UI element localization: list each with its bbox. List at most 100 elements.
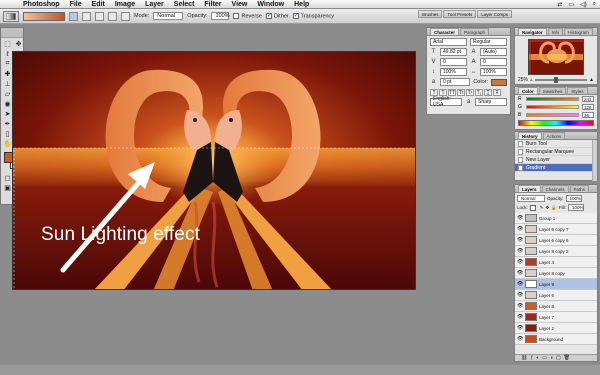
marquee-tool-icon[interactable]: ⬚ bbox=[2, 39, 13, 49]
blend-mode-dropdown[interactable]: Normal bbox=[517, 195, 545, 202]
transparency-checkbox[interactable] bbox=[292, 12, 299, 19]
lock-move-icon[interactable]: ✥ bbox=[546, 205, 550, 211]
zoom-slider[interactable] bbox=[534, 77, 588, 83]
font-size-field[interactable]: 49.82 pt bbox=[440, 48, 467, 56]
eye-visibility-icon[interactable]: 👁 bbox=[517, 226, 523, 232]
eye-visibility-icon[interactable]: 👁 bbox=[517, 237, 523, 243]
antialias-dropdown[interactable]: Sharp bbox=[475, 98, 507, 106]
eye-visibility-icon[interactable]: 👁 bbox=[517, 215, 523, 221]
tab-histogram[interactable]: Histogram bbox=[564, 28, 593, 35]
subscript-button[interactable]: T₁ bbox=[475, 89, 483, 96]
adjustment-layer-icon[interactable]: ◑ bbox=[550, 355, 553, 361]
dither-checkbox[interactable] bbox=[265, 12, 272, 19]
layer-row[interactable]: 👁 Layer 8 copy 2 bbox=[515, 246, 597, 257]
tab-paths[interactable]: Paths bbox=[569, 185, 590, 192]
leading-field[interactable]: (Auto) bbox=[480, 48, 507, 56]
history-item-selected[interactable]: Gradient bbox=[515, 164, 597, 172]
trash-icon[interactable]: 🗑 bbox=[564, 355, 570, 361]
well-layer-comps[interactable]: Layer Comps bbox=[477, 10, 512, 18]
zoom-value[interactable]: 25% bbox=[518, 77, 528, 83]
radial-gradient-icon[interactable] bbox=[82, 11, 91, 21]
tab-channels[interactable]: Channels bbox=[541, 185, 569, 192]
eye-visibility-icon[interactable]: 👁 bbox=[517, 292, 523, 298]
blue-value[interactable]: 36 bbox=[582, 112, 594, 118]
tool-preset-picker[interactable] bbox=[3, 10, 19, 22]
menu-window[interactable]: Window bbox=[252, 0, 289, 9]
red-value[interactable]: 241 bbox=[582, 96, 594, 102]
layer-row[interactable]: 👁 Layer 2 bbox=[515, 323, 597, 334]
layer-row[interactable]: 👁 Background bbox=[515, 334, 597, 345]
menu-layer[interactable]: Layer bbox=[140, 0, 169, 9]
layer-style-icon[interactable]: ƒ bbox=[530, 355, 533, 361]
eye-visibility-icon[interactable]: 👁 bbox=[517, 336, 523, 342]
move-tool-icon[interactable]: ✥ bbox=[13, 39, 24, 49]
layer-row[interactable]: 👁 Layer 4 bbox=[515, 257, 597, 268]
new-layer-icon[interactable]: ▢ bbox=[556, 355, 561, 361]
layer-row[interactable]: 👁 Layer 6 copy 6 bbox=[515, 235, 597, 246]
diamond-gradient-icon[interactable] bbox=[121, 11, 130, 21]
lock-transparency-checkbox[interactable] bbox=[529, 204, 536, 211]
transparency-option[interactable]: Transparency bbox=[292, 12, 334, 19]
layer-row[interactable]: 👁 Layer 6 bbox=[515, 290, 597, 301]
layer-fill-field[interactable]: 100% bbox=[567, 204, 584, 211]
green-slider[interactable] bbox=[526, 105, 579, 109]
horizontal-scale-field[interactable]: 100% bbox=[480, 68, 507, 76]
strikethrough-button[interactable]: Ŧ bbox=[493, 89, 501, 96]
spotlight-icon[interactable]: ⌕ bbox=[593, 1, 596, 8]
language-dropdown[interactable]: English: USA bbox=[430, 96, 462, 108]
battery-icon[interactable]: ▭ bbox=[568, 1, 574, 8]
tab-history[interactable]: History bbox=[518, 132, 542, 139]
volume-icon[interactable]: ◁) bbox=[580, 1, 587, 8]
link-layers-icon[interactable]: ⛓ bbox=[521, 355, 527, 361]
reflected-gradient-icon[interactable] bbox=[108, 11, 117, 21]
text-color-swatch[interactable] bbox=[491, 78, 507, 86]
font-style-field[interactable]: Regular bbox=[470, 38, 507, 46]
blue-slider[interactable] bbox=[526, 113, 579, 117]
green-value[interactable]: 126 bbox=[582, 104, 594, 110]
add-mask-icon[interactable]: ◐ bbox=[536, 355, 539, 361]
menu-select[interactable]: Select bbox=[169, 0, 200, 9]
tab-info[interactable]: Info bbox=[547, 28, 564, 35]
history-item[interactable]: Rectangular Marquee bbox=[515, 148, 597, 156]
font-family-field[interactable]: Arial bbox=[430, 38, 467, 46]
tab-styles[interactable]: Styles bbox=[567, 87, 588, 94]
opacity-field[interactable]: 100% bbox=[211, 12, 230, 20]
tab-swatches[interactable]: Swatches bbox=[538, 87, 567, 94]
sync-icon[interactable]: ⇄ bbox=[557, 1, 562, 8]
tab-actions[interactable]: Actions bbox=[542, 132, 566, 139]
zoom-in-icon[interactable]: ▲ bbox=[589, 77, 594, 83]
tab-color[interactable]: Color bbox=[518, 87, 538, 94]
all-caps-button[interactable]: TT bbox=[448, 89, 456, 96]
small-caps-button[interactable]: Tt bbox=[457, 89, 465, 96]
menu-image[interactable]: Image bbox=[110, 0, 140, 9]
tracking-field[interactable]: 0 bbox=[480, 58, 507, 66]
menu-filter[interactable]: Filter bbox=[199, 0, 226, 9]
menu-edit[interactable]: Edit bbox=[87, 0, 110, 9]
vertical-scale-field[interactable]: 100% bbox=[440, 68, 467, 76]
layer-row[interactable]: 👁 Layer 8 bbox=[515, 301, 597, 312]
zoom-slider-knob[interactable] bbox=[554, 77, 559, 83]
history-scrollbar[interactable] bbox=[592, 140, 597, 181]
layer-row[interactable]: 👁 Layer 7 bbox=[515, 312, 597, 323]
kerning-field[interactable]: 0 bbox=[440, 58, 467, 66]
layer-row[interactable]: 👁 Group 1 bbox=[515, 213, 597, 224]
tab-layers[interactable]: Layers bbox=[518, 185, 541, 192]
well-tool-presets[interactable]: Tool Presets bbox=[443, 10, 477, 18]
navigator-thumbnail[interactable] bbox=[528, 39, 584, 75]
layer-opacity-field[interactable]: 100% bbox=[565, 195, 582, 202]
toolbox-header[interactable] bbox=[1, 28, 23, 38]
layer-row[interactable]: 👁 Layer 9 bbox=[515, 279, 597, 290]
baseline-shift-field[interactable]: 0 pt bbox=[440, 78, 471, 86]
layer-row[interactable]: 👁 Layer 6 copy 7 bbox=[515, 224, 597, 235]
history-item[interactable]: Burn Tool bbox=[515, 140, 597, 148]
underline-button[interactable]: T̲ bbox=[484, 89, 492, 96]
history-source-box[interactable] bbox=[518, 164, 523, 171]
linear-gradient-icon[interactable] bbox=[69, 11, 78, 21]
reverse-checkbox[interactable] bbox=[233, 12, 240, 19]
dither-option[interactable]: Dither bbox=[265, 12, 289, 19]
well-brushes[interactable]: Brushes bbox=[417, 10, 443, 18]
color-spectrum-bar[interactable] bbox=[518, 120, 594, 126]
eye-visibility-icon[interactable]: 👁 bbox=[517, 325, 523, 331]
layer-row[interactable]: 👁 Layer 8 copy bbox=[515, 268, 597, 279]
eye-visibility-icon[interactable]: 👁 bbox=[517, 248, 523, 254]
